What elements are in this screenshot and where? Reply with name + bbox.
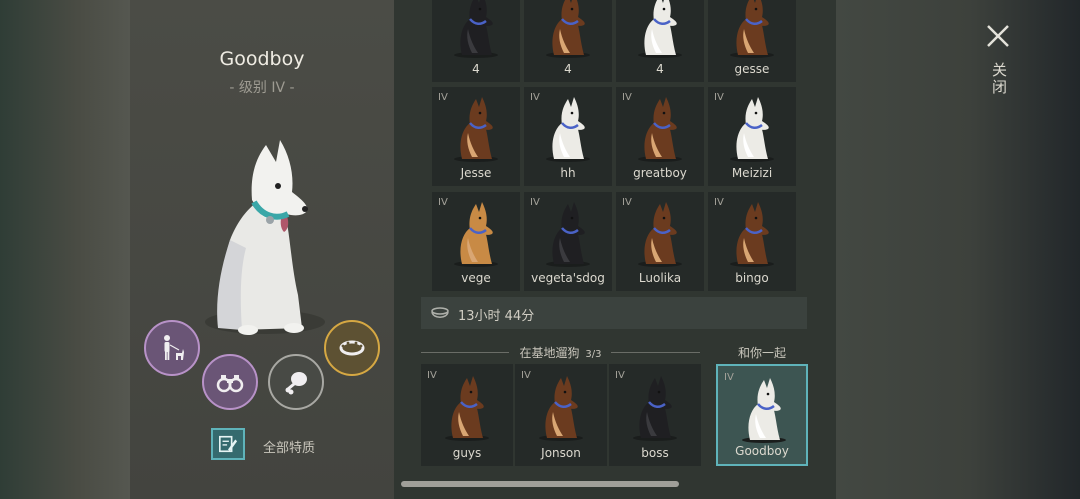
dog-thumbnail (730, 0, 774, 58)
binoculars-icon (216, 375, 244, 393)
walk-section-title: 在基地遛狗 3/3 (421, 344, 700, 361)
dog-card[interactable]: 4 (524, 0, 612, 82)
dog-card-level: IV (438, 197, 448, 208)
with-you-title: 和你一起 (737, 346, 786, 360)
dog-thumbnail (546, 202, 590, 267)
dog-grid: 4 4 4 gesse IV Jesse IV hh IV greatboy IV Meizizi IV… (430, 0, 800, 296)
dog-card-level: IV (521, 370, 531, 381)
dog-card-name: Jonson (541, 446, 581, 460)
dog-card-name: 4 (472, 62, 480, 76)
walk-dog-slot[interactable]: IV Jonson (515, 364, 607, 466)
spiked-collar-icon (339, 340, 365, 356)
dog-card-level: IV (530, 92, 540, 103)
food-bowl-icon (431, 307, 449, 318)
dog-card[interactable]: 4 (432, 0, 520, 82)
walk-section-header: 在基地遛狗 3/3 (421, 344, 700, 360)
dog-thumbnail (730, 97, 774, 162)
dog-card-name: guys (452, 446, 482, 460)
dog-card-level: IV (622, 197, 632, 208)
dog-thumbnail (454, 0, 498, 58)
dog-card-level: IV (714, 197, 724, 208)
dog-card-level: IV (530, 197, 540, 208)
dog-card[interactable]: 4 (616, 0, 704, 82)
dog-card-level: IV (438, 92, 448, 103)
dog-card[interactable]: IV Luolika (616, 192, 704, 291)
dog-thumbnail (633, 376, 677, 441)
dog-card-level: IV (427, 370, 437, 381)
dog-card-name: 4 (564, 62, 572, 76)
collar-skill-button[interactable] (324, 320, 380, 376)
dog-thumbnail (539, 376, 583, 441)
walk-dog-slot[interactable]: IV guys (421, 364, 513, 466)
dog-card-name: Luolika (638, 271, 682, 285)
dog-thumbnail (454, 202, 498, 267)
dog-card-name: Jesse (460, 166, 492, 180)
dog-card-level: IV (714, 92, 724, 103)
background-right (836, 0, 1080, 499)
dog-name: Goodboy (219, 48, 305, 70)
with-you-dog-slot[interactable]: IV Goodboy (716, 364, 808, 466)
dog-card-name: vegeta'sdog (531, 271, 605, 285)
walk-title-label: 在基地遛狗 (519, 346, 580, 360)
dog-card-name: vege (461, 271, 491, 285)
background-left (0, 0, 130, 499)
dog-card-name: bingo (735, 271, 769, 285)
dog-card[interactable]: IV Jesse (432, 87, 520, 186)
dog-thumbnail (546, 97, 590, 162)
dog-card-level: IV (622, 92, 632, 103)
close-icon[interactable] (984, 22, 1012, 50)
food-timer-text: 13小时 44分 (458, 309, 535, 324)
food-timer-bar: 13小时 44分 (421, 297, 807, 329)
dog-thumbnail (638, 97, 682, 162)
close-label[interactable]: 关闭 (986, 62, 1010, 96)
dog-card-level: IV (724, 372, 734, 383)
walk-skill-button[interactable] (144, 320, 200, 376)
all-traits-button[interactable] (211, 428, 245, 460)
food-skill-button[interactable] (268, 354, 324, 410)
dog-card[interactable]: IV Meizizi (708, 87, 796, 186)
dog-card-name: Goodboy (735, 444, 789, 458)
dog-card-name: Meizizi (731, 166, 773, 180)
dog-thumbnail (445, 376, 489, 441)
person-with-dog-icon (164, 335, 184, 360)
dog-card-name: 4 (656, 62, 664, 76)
dog-level: - 级别 IV - (229, 80, 295, 96)
dog-card[interactable]: IV hh (524, 87, 612, 186)
dog-thumbnail (454, 97, 498, 162)
dog-thumbnail (546, 0, 590, 58)
walk-count: 3/3 (585, 349, 602, 360)
dog-card[interactable]: IV bingo (708, 192, 796, 291)
dog-card[interactable]: gesse (708, 0, 796, 82)
dog-card-name: gesse (734, 62, 770, 76)
meat-icon (285, 372, 307, 395)
walk-dog-slot[interactable]: IV boss (609, 364, 701, 466)
dog-thumbnail (742, 378, 786, 443)
scout-skill-button[interactable] (202, 354, 258, 410)
dog-card[interactable]: IV greatboy (616, 87, 704, 186)
horizontal-scrollbar[interactable] (401, 481, 679, 487)
all-traits-label: 全部特质 (263, 441, 316, 456)
dog-card-name: hh (560, 166, 576, 180)
dog-thumbnail (730, 202, 774, 267)
dog-card-name: greatboy (633, 166, 687, 180)
dog-card-name: boss (641, 446, 669, 460)
notes-icon (219, 435, 238, 453)
dog-thumbnail (638, 0, 682, 58)
dog-portrait (205, 140, 325, 335)
dog-card[interactable]: IV vegeta'sdog (524, 192, 612, 291)
dog-card-level: IV (615, 370, 625, 381)
dog-thumbnail (638, 202, 682, 267)
dog-card[interactable]: IV vege (432, 192, 520, 291)
